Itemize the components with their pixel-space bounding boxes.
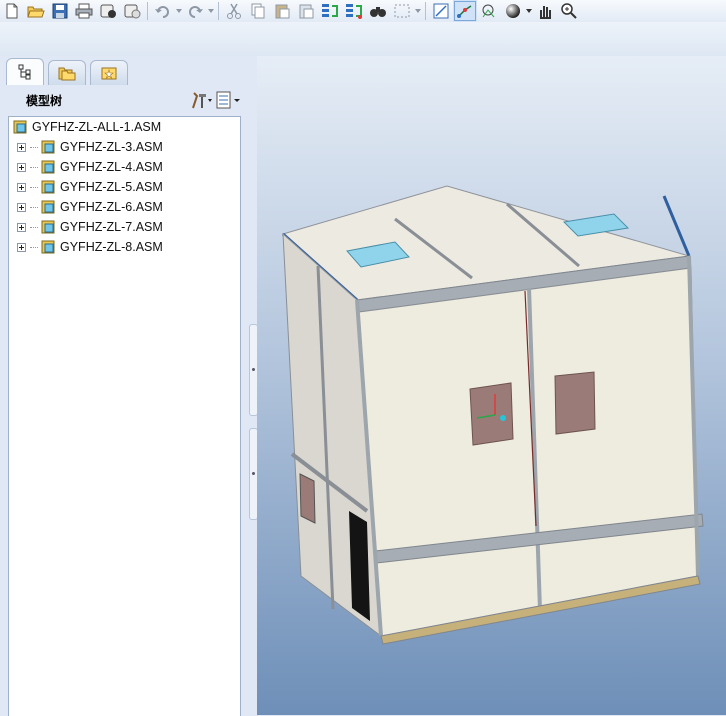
undo-icon[interactable] <box>151 0 175 22</box>
model-tree-tab-icon[interactable] <box>6 58 44 85</box>
tree-item-label: GYFHZ-ZL-8.ASM <box>60 240 163 254</box>
tree-item[interactable]: GYFHZ-ZL-3.ASM <box>9 137 240 157</box>
tree-item-label: GYFHZ-ZL-6.ASM <box>60 200 163 214</box>
new-file-icon[interactable] <box>0 0 24 22</box>
tree-item[interactable]: GYFHZ-ZL-4.ASM <box>9 157 240 177</box>
side-window <box>299 473 316 524</box>
paste-special-icon[interactable] <box>294 0 318 22</box>
toolbar-separator <box>218 2 219 20</box>
expand-icon[interactable] <box>17 222 26 232</box>
datum-axis-icon[interactable] <box>453 0 477 22</box>
expand-icon[interactable] <box>17 162 26 172</box>
favorites-tab-icon[interactable] <box>90 60 128 85</box>
triad-origin <box>500 415 506 421</box>
handle-dot <box>252 472 255 475</box>
tree-root-item[interactable]: GYFHZ-ZL-ALL-1.ASM <box>9 117 240 137</box>
tree-connector <box>30 166 38 168</box>
send-mail-icon[interactable] <box>96 0 120 22</box>
undo-dropdown-icon[interactable] <box>175 0 183 22</box>
door-window <box>469 382 514 446</box>
save-icon[interactable] <box>48 0 72 22</box>
zoom-in-icon[interactable] <box>557 0 581 22</box>
shading-sphere-icon[interactable] <box>501 0 525 22</box>
cut-icon[interactable] <box>222 0 246 22</box>
regenerate-manager-icon[interactable] <box>342 0 366 22</box>
tree-root-label: GYFHZ-ZL-ALL-1.ASM <box>32 120 162 134</box>
model-tree-header: 模型树 <box>8 86 246 114</box>
side-opening <box>349 511 370 621</box>
folder-browser-tab-icon[interactable] <box>48 60 86 85</box>
redo-dropdown-icon[interactable] <box>207 0 215 22</box>
tree-columns-icon[interactable] <box>214 91 242 109</box>
tree-item[interactable]: GYFHZ-ZL-6.ASM <box>9 197 240 217</box>
cabinet-model[interactable] <box>257 56 726 715</box>
copy-icon[interactable] <box>246 0 270 22</box>
tree-connector <box>30 186 38 188</box>
select-dropdown-icon[interactable] <box>414 0 422 22</box>
pan-hand-icon[interactable] <box>533 0 557 22</box>
datum-plane-icon[interactable] <box>429 0 453 22</box>
print-icon[interactable] <box>72 0 96 22</box>
tree-settings-icon[interactable] <box>190 91 212 109</box>
find-icon[interactable] <box>366 0 390 22</box>
tree-connector <box>30 206 38 208</box>
tree-connector <box>30 226 38 228</box>
assembly-icon <box>41 160 55 174</box>
graphics-window[interactable] <box>257 56 726 715</box>
navigator-tabs <box>6 58 132 86</box>
toolbar-lower-strip <box>0 22 726 57</box>
assembly-icon <box>41 200 55 214</box>
panel-splitter[interactable] <box>248 56 258 715</box>
main-toolbar <box>0 0 726 22</box>
select-box-icon[interactable] <box>390 0 414 22</box>
redo-icon[interactable] <box>183 0 207 22</box>
tree-item[interactable]: GYFHZ-ZL-8.ASM <box>9 237 240 257</box>
door-window <box>554 371 596 435</box>
navigator-panel: 模型树 GYFHZ-ZL-ALL-1.ASM GYFHZ-ZL-3.ASM GY… <box>0 56 248 716</box>
datum-point-icon[interactable] <box>477 0 501 22</box>
tree-header-tools <box>190 91 242 109</box>
toolbar-separator <box>425 2 426 20</box>
handle-dot <box>252 368 255 371</box>
tree-item-label: GYFHZ-ZL-3.ASM <box>60 140 163 154</box>
expand-icon[interactable] <box>17 202 26 212</box>
top-edge-blue <box>662 195 691 257</box>
shading-dropdown-icon[interactable] <box>525 0 533 22</box>
assembly-icon <box>41 220 55 234</box>
assembly-icon <box>13 120 27 134</box>
tree-item[interactable]: GYFHZ-ZL-7.ASM <box>9 217 240 237</box>
panel-title: 模型树 <box>26 93 63 108</box>
expand-icon[interactable] <box>17 182 26 192</box>
expand-icon[interactable] <box>17 142 26 152</box>
tree-item[interactable]: GYFHZ-ZL-5.ASM <box>9 177 240 197</box>
regenerate-icon[interactable] <box>318 0 342 22</box>
tree-item-label: GYFHZ-ZL-5.ASM <box>60 180 163 194</box>
paste-icon[interactable] <box>270 0 294 22</box>
model-tree: GYFHZ-ZL-ALL-1.ASM GYFHZ-ZL-3.ASM GYFHZ-… <box>8 116 241 716</box>
open-folder-icon[interactable] <box>24 0 48 22</box>
tree-item-label: GYFHZ-ZL-7.ASM <box>60 220 163 234</box>
assembly-icon <box>41 240 55 254</box>
assembly-icon <box>41 140 55 154</box>
expand-icon[interactable] <box>17 242 26 252</box>
close-window-icon[interactable] <box>120 0 144 22</box>
tree-connector <box>30 246 38 248</box>
tree-item-label: GYFHZ-ZL-4.ASM <box>60 160 163 174</box>
tree-connector <box>30 146 38 148</box>
assembly-icon <box>41 180 55 194</box>
toolbar-separator <box>147 2 148 20</box>
